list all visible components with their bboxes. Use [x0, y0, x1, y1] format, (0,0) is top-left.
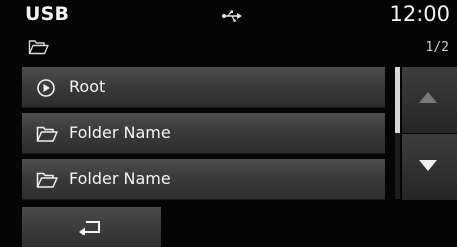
folder-open-icon [28, 40, 49, 55]
scroll-down-button[interactable] [402, 134, 457, 200]
list-item-folder[interactable]: Folder Name [22, 159, 385, 200]
scroll-up-button[interactable] [402, 67, 457, 133]
scrollbar[interactable] [395, 67, 400, 199]
path-bar: 1/2 [0, 33, 457, 61]
back-arrow-icon [79, 221, 100, 235]
clock: 12:00 [389, 2, 450, 26]
list-item-label: Folder Name [69, 123, 171, 142]
play-circle-icon [37, 79, 55, 97]
triangle-up-icon [419, 92, 437, 103]
triangle-down-icon [419, 160, 437, 171]
usb-browser-screen: USB 12:00 1/2 Root Folder Name Folder Na… [0, 0, 457, 247]
list-item-label: Root [69, 77, 106, 96]
back-button[interactable] [22, 207, 161, 247]
folder-open-icon [36, 172, 58, 188]
list-item-root[interactable]: Root [22, 67, 385, 108]
page-indicator: 1/2 [425, 40, 449, 55]
list-item-folder[interactable]: Folder Name [22, 113, 385, 154]
source-label: USB [25, 3, 70, 25]
status-bar: USB 12:00 [0, 0, 457, 33]
scrollbar-thumb[interactable] [395, 67, 400, 133]
list-item-label: Folder Name [69, 169, 171, 188]
folder-open-icon [36, 126, 58, 142]
usb-icon [222, 10, 242, 22]
